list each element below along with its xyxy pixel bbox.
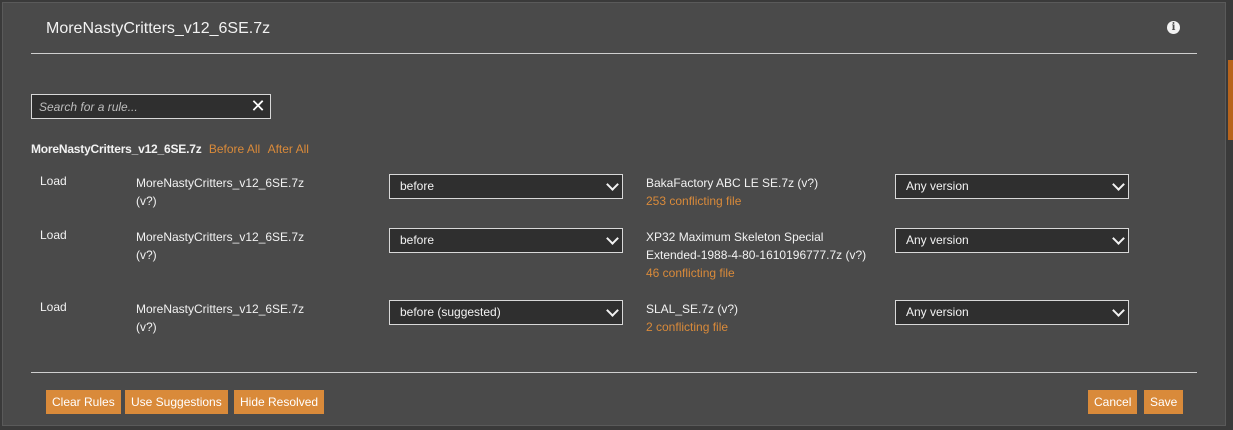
version-select[interactable]: Any version	[895, 228, 1129, 253]
rule-source-name: MoreNastyCritters_v12_6SE.7z	[136, 230, 305, 244]
version-value: Any version	[906, 305, 969, 319]
rule-source-version: (v?)	[136, 194, 157, 208]
rule-target-name-cont: Extended-1988-4-80-1610196777.7z (v?)	[646, 248, 867, 262]
relation-select[interactable]: before (suggested)	[389, 300, 623, 325]
chevron-down-icon	[606, 178, 619, 191]
chevron-down-icon	[1112, 304, 1125, 317]
mod-name: MoreNastyCritters_v12_6SE.7z	[31, 142, 202, 156]
rule-source: MoreNastyCritters_v12_6SE.7z (v?)	[136, 300, 336, 336]
close-icon[interactable]: ✕	[249, 97, 267, 115]
rule-type: Load	[40, 300, 67, 314]
rule-target: BakaFactory ABC LE SE.7z (v?) 253 confli…	[646, 174, 886, 210]
rule-source-version: (v?)	[136, 248, 157, 262]
rule-type: Load	[40, 174, 67, 188]
cancel-button[interactable]: Cancel	[1088, 390, 1138, 414]
relation-select[interactable]: before	[389, 228, 623, 253]
rule-target-name: BakaFactory ABC LE SE.7z (v?)	[646, 176, 819, 190]
relation-value: before (suggested)	[400, 305, 501, 319]
chevron-down-icon	[606, 232, 619, 245]
rule-target: SLAL_SE.7z (v?) 2 conflicting file	[646, 300, 886, 336]
rule-target: XP32 Maximum Skeleton Special Extended-1…	[646, 228, 886, 282]
dialog-title: MoreNastyCritters_v12_6SE.7z	[46, 20, 271, 37]
rule-target-name: XP32 Maximum Skeleton Special	[646, 230, 824, 244]
conflict-count-link[interactable]: 2 conflicting file	[646, 318, 886, 336]
relation-select[interactable]: before	[389, 174, 623, 199]
search-input[interactable]	[32, 95, 242, 118]
after-all-link[interactable]: After All	[268, 142, 309, 156]
relation-value: before	[400, 179, 435, 193]
relation-value: before	[400, 233, 435, 247]
conflict-count-link[interactable]: 46 conflicting file	[646, 264, 886, 282]
version-value: Any version	[906, 233, 969, 247]
conflict-count-link[interactable]: 253 conflicting file	[646, 192, 886, 210]
footer-divider	[31, 372, 1197, 373]
version-select[interactable]: Any version	[895, 300, 1129, 325]
chevron-down-icon	[1112, 232, 1125, 245]
before-all-link[interactable]: Before All	[209, 142, 260, 156]
clear-rules-button[interactable]: Clear Rules	[46, 390, 121, 414]
chevron-down-icon	[606, 304, 619, 317]
chevron-down-icon	[1112, 178, 1125, 191]
header-divider	[31, 53, 1197, 54]
save-button[interactable]: Save	[1144, 390, 1184, 414]
rule-source-version: (v?)	[136, 320, 157, 334]
version-value: Any version	[906, 179, 969, 193]
rule-source-name: MoreNastyCritters_v12_6SE.7z	[136, 302, 305, 316]
conflict-rules-dialog: MoreNastyCritters_v12_6SE.7z i ✕ MoreNas…	[2, 2, 1226, 426]
rule-source: MoreNastyCritters_v12_6SE.7z (v?)	[136, 174, 336, 210]
rule-type: Load	[40, 228, 67, 242]
use-suggestions-button[interactable]: Use Suggestions	[125, 390, 228, 414]
mod-header: MoreNastyCritters_v12_6SE.7z Before All …	[31, 142, 309, 156]
rule-search: ✕	[31, 94, 271, 119]
rule-source-name: MoreNastyCritters_v12_6SE.7z	[136, 176, 305, 190]
rule-target-name: SLAL_SE.7z (v?)	[646, 302, 739, 316]
hide-resolved-button[interactable]: Hide Resolved	[234, 390, 325, 414]
info-icon[interactable]: i	[1167, 21, 1180, 34]
rule-source: MoreNastyCritters_v12_6SE.7z (v?)	[136, 228, 336, 264]
dialog-header: MoreNastyCritters_v12_6SE.7z i	[3, 3, 1225, 55]
backdrop-accent	[1228, 60, 1233, 140]
version-select[interactable]: Any version	[895, 174, 1129, 199]
